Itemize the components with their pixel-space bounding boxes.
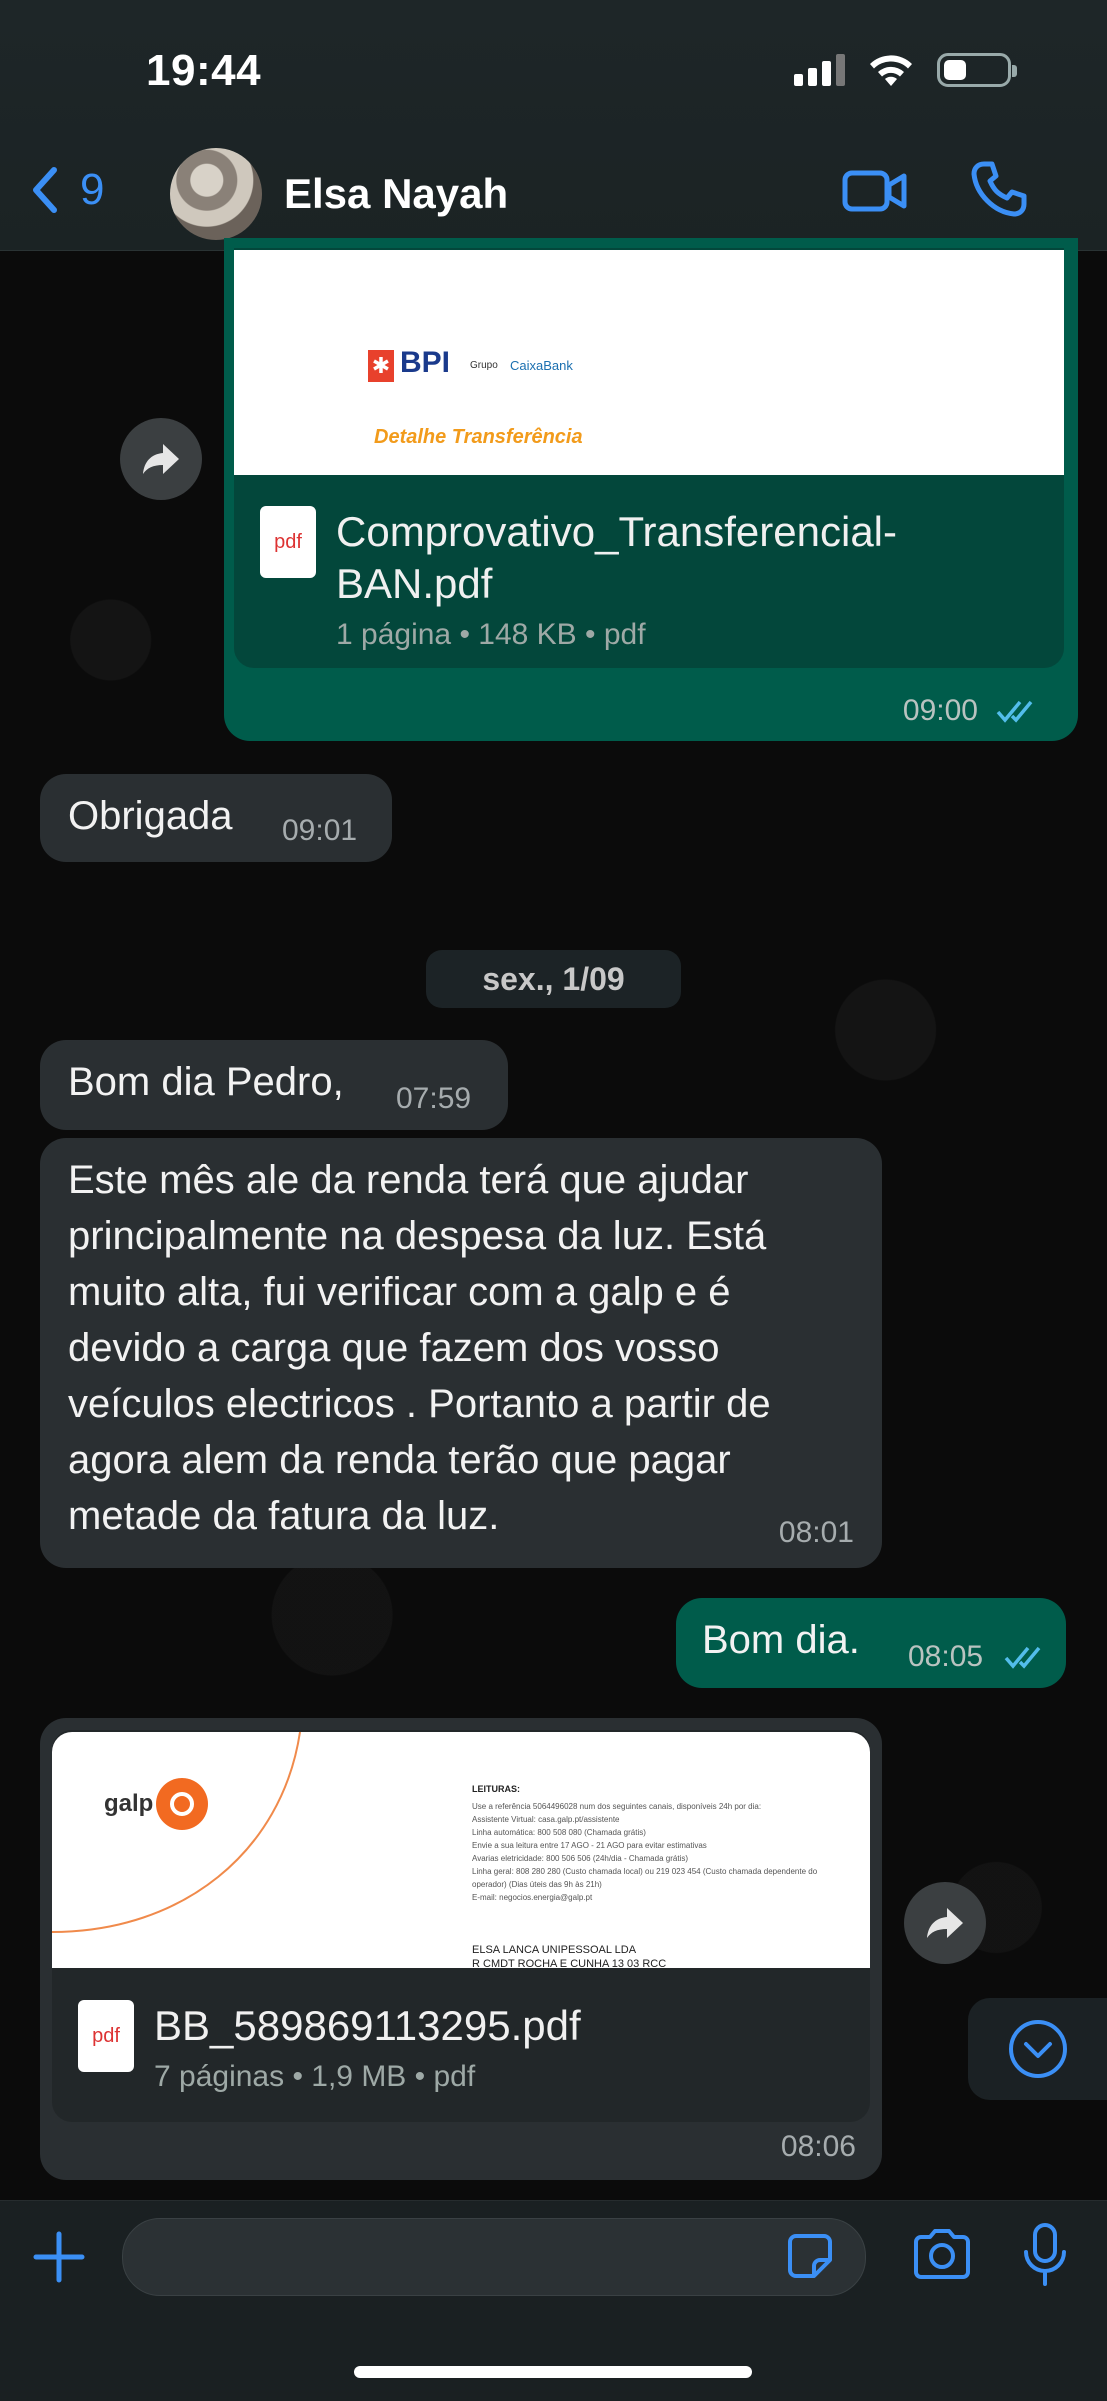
message-incoming[interactable]: Obrigada 09:01	[40, 774, 392, 862]
contact-avatar[interactable]	[170, 148, 262, 240]
preview-bank: BPI	[400, 346, 451, 379]
preview-partner: CaixaBank	[510, 358, 573, 373]
message-time: 08:06	[780, 2130, 856, 2163]
message-time: 09:00	[902, 694, 978, 727]
video-call-icon[interactable]	[842, 165, 908, 217]
message-outgoing-document[interactable]: ✱ BPI Grupo CaixaBank Detalhe Transferên…	[224, 238, 1078, 741]
document-info: pdf BB_589869113295.pdf 7 páginas • 1,9 …	[78, 2000, 581, 2094]
message-time: 08:05	[908, 1640, 984, 1673]
message-time: 08:01	[778, 1516, 854, 1549]
message-incoming-document[interactable]: galp LEITURAS: Use a referência 50644960…	[40, 1718, 882, 2180]
read-receipt-icon	[996, 700, 1033, 723]
preview-title: Detalhe Transferência	[374, 426, 583, 448]
galp-logo-icon	[156, 1778, 208, 1830]
document-meta: 7 páginas • 1,9 MB • pdf	[154, 2060, 476, 2093]
message-text: Obrigada	[68, 794, 233, 838]
preview-line: Linha geral: 808 280 280 (Custo chamada …	[472, 1867, 818, 1889]
preview-lines: Use a referência 5064496028 num dos segu…	[472, 1800, 832, 1904]
message-time: 07:59	[396, 1082, 472, 1115]
preview-line: Use a referência 5064496028 num dos segu…	[472, 1802, 762, 1811]
status-time: 19:44	[146, 46, 262, 95]
chat-header: 19:44 9 Elsa Nayah	[0, 0, 1107, 251]
forward-arrow-icon	[927, 1908, 963, 1938]
preview-line: E-mail: negocios.energia@galp.pt	[472, 1893, 593, 1902]
date-separator: sex., 1/09	[426, 950, 681, 1008]
chevron-left-icon	[33, 167, 57, 213]
document-preview[interactable]: ✱ BPI Grupo CaixaBank Detalhe Transferên…	[234, 250, 1064, 475]
document-name: Comprovativo_Transferencial-BAN.pdf	[336, 508, 897, 607]
message-outgoing[interactable]: Bom dia. 08:05	[676, 1598, 1066, 1688]
preview-line: Envie a sua leitura entre 17 AGO - 21 AG…	[472, 1841, 707, 1850]
microphone-icon[interactable]	[1020, 2222, 1070, 2290]
preview-address-2: R CMDT ROCHA E CUNHA 13 03 RCC	[472, 1958, 667, 1968]
status-icons	[794, 52, 1017, 88]
preview-line: Avarias eletricidade: 800 506 506 (24h/d…	[472, 1854, 688, 1863]
cellular-signal-icon	[794, 54, 845, 86]
preview-decor-curve	[52, 1732, 301, 1933]
forward-arrow-icon	[143, 444, 179, 474]
document-name: BB_589869113295.pdf	[154, 2002, 581, 2049]
preview-group: Grupo	[470, 360, 498, 371]
preview-heading: LEITURAS:	[472, 1784, 520, 1794]
back-button[interactable]: 9	[30, 165, 104, 215]
preview-logo-text: galp	[104, 1790, 154, 1817]
battery-icon	[937, 53, 1017, 87]
message-text: Bom dia Pedro,	[68, 1060, 344, 1104]
phone-call-icon[interactable]	[970, 160, 1028, 218]
sticker-icon[interactable]	[786, 2232, 834, 2280]
chevron-down-circle-icon	[1009, 2020, 1067, 2078]
plus-icon[interactable]	[32, 2230, 86, 2284]
document-preview[interactable]: galp LEITURAS: Use a referência 50644960…	[52, 1732, 870, 1968]
contact-name[interactable]: Elsa Nayah	[284, 170, 508, 218]
forward-button[interactable]	[904, 1882, 986, 1964]
read-receipt-icon	[1004, 1646, 1041, 1669]
preview-line: Linha automática: 800 508 080 (Chamada g…	[472, 1828, 646, 1837]
message-incoming[interactable]: Este mês ale da renda terá que ajudar pr…	[40, 1138, 882, 1568]
message-text: Bom dia.	[702, 1618, 860, 1662]
document-meta: 1 página • 148 KB • pdf	[336, 618, 646, 651]
forward-button[interactable]	[120, 418, 202, 500]
pdf-file-icon: pdf	[260, 506, 316, 578]
message-input[interactable]	[122, 2218, 866, 2296]
camera-icon[interactable]	[912, 2228, 972, 2280]
document-info: pdf Comprovativo_Transferencial-BAN.pdf …	[260, 506, 956, 652]
message-time: 09:01	[282, 814, 358, 847]
pdf-file-icon: pdf	[78, 2000, 134, 2072]
scroll-to-bottom-button[interactable]	[968, 1998, 1107, 2100]
message-text: Este mês ale da renda terá que ajudar pr…	[68, 1158, 771, 1538]
unread-count: 9	[80, 165, 105, 214]
home-indicator	[354, 2366, 752, 2378]
wifi-icon	[870, 55, 912, 86]
message-incoming[interactable]: Bom dia Pedro, 07:59	[40, 1040, 508, 1130]
preview-line: Assistente Virtual: casa.galp.pt/assiste…	[472, 1815, 620, 1824]
preview-address-1: ELSA LANCA UNIPESSOAL LDA	[472, 1944, 637, 1956]
bpi-logo-icon: ✱	[368, 350, 394, 382]
